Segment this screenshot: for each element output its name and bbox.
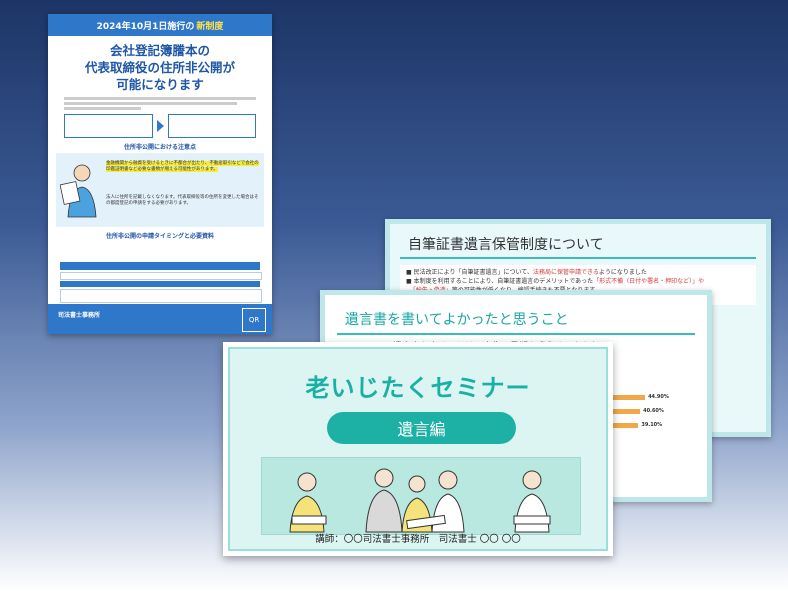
flyer-section2: 住所非公開の申請タイミングと必要資料 bbox=[105, 233, 214, 240]
flyer-footer: 司法書士事務所 QR bbox=[48, 304, 272, 334]
page: { "flyer": { "top_banner_prefix": "2024年… bbox=[0, 0, 788, 591]
bullet-line1: ■ 民法改正により「自筆証書遺言」について、法務局に保管申請できるようになりまし… bbox=[406, 269, 647, 276]
flyer-title: 会社登記簿謄本の 代表取締役の住所非公開が 可能になります bbox=[48, 42, 272, 93]
flyer-intro-placeholder bbox=[64, 97, 256, 110]
arrow-right-icon bbox=[156, 120, 164, 132]
chart-bar-label: 44.90% bbox=[648, 394, 669, 400]
illustration-panel bbox=[261, 457, 581, 535]
chart-bar-label: 39.10% bbox=[641, 422, 663, 428]
banner-prefix: 2024年10月1日施行の bbox=[96, 21, 195, 32]
qr-code-icon: QR bbox=[242, 308, 266, 332]
bullet-line2: ■ 本制度を利用することにより、自筆証書遺言のデメリットであった「形式不備（日付… bbox=[406, 278, 705, 285]
flyer-row bbox=[60, 289, 262, 303]
note1: 金融機関から融資を受けるときに不都合が出たり、不動産取引などで会社の印鑑証明書な… bbox=[106, 161, 259, 172]
slide-frame: 老いじたくセミナー 遺言編 講師：〇〇司法書士事務所 司法書士 〇〇 〇〇 bbox=[228, 347, 608, 551]
title-rule bbox=[337, 333, 695, 335]
slide-seminar-cover: 老いじたくセミナー 遺言編 講師：〇〇司法書士事務所 司法書士 〇〇 〇〇 bbox=[223, 342, 613, 556]
seminar-title: 老いじたくセミナー bbox=[305, 374, 531, 402]
before-box bbox=[64, 114, 153, 138]
person-holding-paper-icon bbox=[60, 164, 97, 218]
flyer-subheader bbox=[60, 281, 260, 287]
note2: 法人に住所を記載しなくなります。代表取締役等の住所を変更した場合はその都度登記の… bbox=[106, 195, 259, 206]
title-rule bbox=[400, 257, 756, 259]
flyer-notes-panel: 金融機関から融資を受けるときに不都合が出たり、不動産取引などで会社の印鑑証明書な… bbox=[56, 153, 264, 227]
people-writing-illustration bbox=[289, 468, 551, 533]
office-name: 司法書士事務所 bbox=[58, 312, 101, 319]
flyer-subheader bbox=[60, 262, 260, 270]
flyer-document: 2024年10月1日施行の 新制度 会社登記簿謄本の 代表取締役の住所非公開が 可… bbox=[48, 14, 272, 334]
lecturer-caption: 講師：〇〇司法書士事務所 司法書士 〇〇 〇〇 bbox=[315, 534, 521, 545]
chart-bar-label: 40.60% bbox=[643, 408, 664, 414]
flyer-row bbox=[60, 272, 262, 280]
banner-highlight: 新制度 bbox=[196, 21, 224, 32]
flyer-comparison bbox=[64, 114, 256, 138]
flyer-section1: 住所非公開における注意点 bbox=[123, 144, 196, 151]
slide-title: 自筆証書遺言保管制度について bbox=[408, 237, 604, 253]
after-box bbox=[167, 114, 256, 138]
seminar-subtitle: 遺言編 bbox=[327, 412, 516, 444]
slide-title: 遺言書を書いてよかったと思うこと bbox=[345, 312, 569, 328]
title-line3: 可能になります bbox=[116, 77, 204, 92]
title-line1: 会社登記簿謄本の bbox=[109, 43, 210, 58]
title-line2: 代表取締役の住所非公開が bbox=[84, 60, 235, 75]
flyer-top-banner: 2024年10月1日施行の 新制度 bbox=[48, 14, 272, 36]
